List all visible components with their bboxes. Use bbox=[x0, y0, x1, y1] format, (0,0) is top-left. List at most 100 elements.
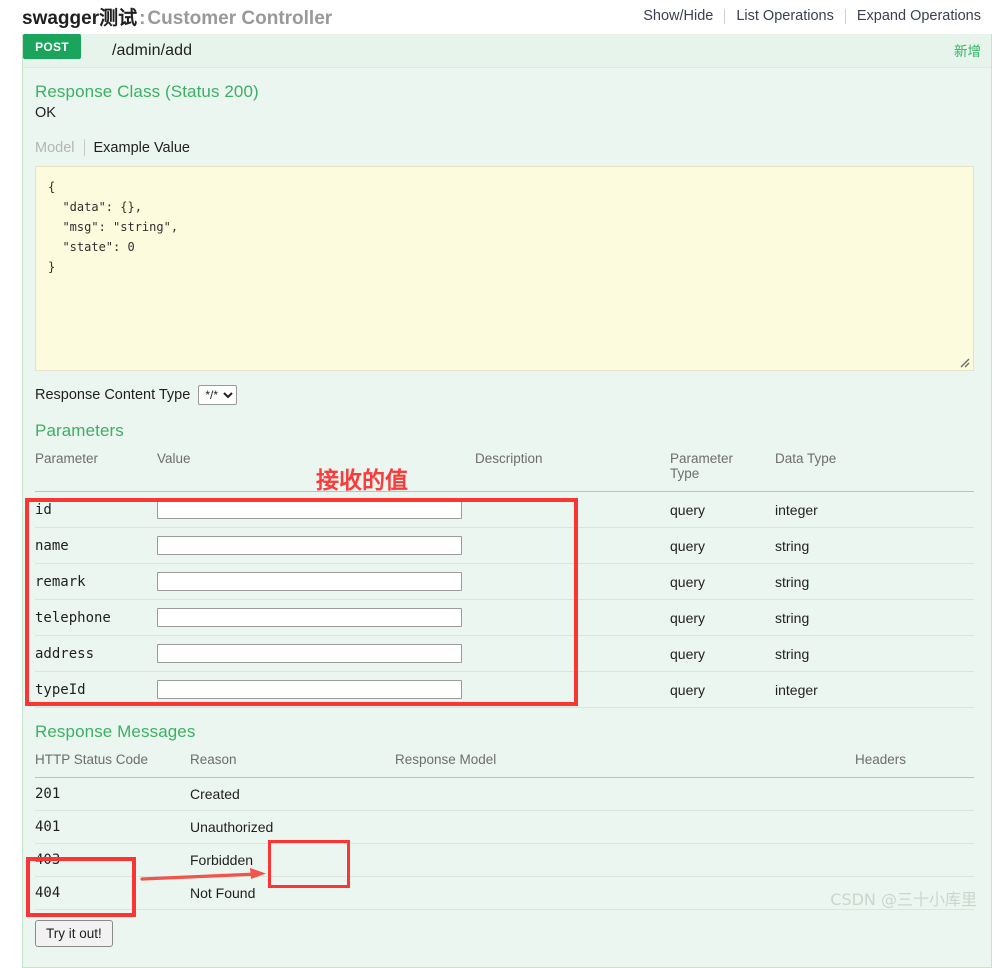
param-type: query bbox=[670, 599, 775, 636]
status-response-model bbox=[395, 876, 855, 910]
ptype-line1: Parameter bbox=[670, 451, 734, 466]
tab-model[interactable]: Model bbox=[35, 140, 84, 156]
parameters-table: Parameter Value Description Parameter Typ… bbox=[35, 445, 974, 708]
param-value-input-id[interactable] bbox=[157, 500, 462, 519]
param-type: query bbox=[670, 635, 775, 672]
response-messages-title: Response Messages bbox=[35, 722, 196, 741]
param-data-type: string bbox=[775, 563, 974, 600]
show-hide-link[interactable]: Show/Hide bbox=[632, 8, 724, 24]
resource-options: Show/Hide List Operations Expand Operati… bbox=[632, 8, 992, 24]
status-code: 401 bbox=[35, 810, 190, 844]
parameters-title: Parameters bbox=[35, 421, 124, 440]
page-title: swagger测试: Customer Controller bbox=[22, 3, 332, 30]
col-header-response-model: Response Model bbox=[395, 746, 855, 778]
operation-panel: POST /admin/add 新增 Response Class (Statu… bbox=[22, 34, 992, 968]
col-header-http-status-code: HTTP Status Code bbox=[35, 746, 190, 778]
example-value-text: { "data": {}, "msg": "string", "state": … bbox=[48, 180, 179, 274]
param-value-input-typeid[interactable] bbox=[157, 680, 462, 699]
status-code: 201 bbox=[35, 777, 190, 811]
param-description bbox=[475, 527, 670, 564]
status-code: 404 bbox=[35, 876, 190, 910]
table-row: 403 Forbidden bbox=[35, 843, 974, 877]
table-row: typeId query integer bbox=[35, 671, 974, 708]
table-row: 401 Unauthorized bbox=[35, 810, 974, 844]
param-description bbox=[475, 599, 670, 636]
col-header-parameter: Parameter bbox=[35, 445, 157, 492]
operation-summary: 新增 bbox=[954, 44, 981, 59]
col-header-parameter-type: Parameter Type bbox=[670, 445, 775, 492]
try-it-out-button[interactable]: Try it out! bbox=[35, 920, 113, 947]
status-headers bbox=[855, 777, 974, 811]
param-value-input-address[interactable] bbox=[157, 644, 462, 663]
param-data-type: string bbox=[775, 527, 974, 564]
param-description bbox=[475, 491, 670, 528]
param-value-cell bbox=[157, 599, 475, 636]
table-row: address query string bbox=[35, 635, 974, 672]
param-description bbox=[475, 635, 670, 672]
operation-body: Response Class (Status 200) OK Model Exa… bbox=[23, 68, 991, 967]
param-data-type: string bbox=[775, 599, 974, 636]
param-value-cell bbox=[157, 491, 475, 528]
status-headers bbox=[855, 810, 974, 844]
annotation-received-value-label: 接收的值 bbox=[316, 468, 408, 494]
response-status-text: OK bbox=[35, 105, 56, 121]
response-content-type-row: Response Content Type */* bbox=[35, 385, 979, 405]
param-value-cell bbox=[157, 635, 475, 672]
response-content-type-label: Response Content Type bbox=[35, 387, 191, 403]
parameters-table-body: id query integer name query string remar… bbox=[35, 491, 974, 708]
param-value-input-remark[interactable] bbox=[157, 572, 462, 591]
operation-path: /admin/add bbox=[112, 41, 193, 59]
col-header-data-type: Data Type bbox=[775, 445, 974, 492]
param-value-input-telephone[interactable] bbox=[157, 608, 462, 627]
controller-name: Customer Controller bbox=[147, 7, 333, 29]
param-name: telephone bbox=[35, 599, 157, 636]
param-name: address bbox=[35, 635, 157, 672]
param-name: id bbox=[35, 491, 157, 528]
param-data-type: string bbox=[775, 635, 974, 672]
param-data-type: integer bbox=[775, 671, 974, 708]
param-type: query bbox=[670, 671, 775, 708]
col-header-description: Description bbox=[475, 445, 670, 492]
param-name: typeId bbox=[35, 671, 157, 708]
param-description bbox=[475, 671, 670, 708]
model-example-tabs: Model Example Value bbox=[35, 139, 979, 156]
param-description bbox=[475, 563, 670, 600]
status-reason: Forbidden bbox=[190, 843, 395, 877]
param-value-cell bbox=[157, 563, 475, 600]
col-header-reason: Reason bbox=[190, 746, 395, 778]
col-header-headers: Headers bbox=[855, 746, 974, 778]
table-row: 201 Created bbox=[35, 777, 974, 811]
operation-header[interactable]: POST /admin/add 新增 bbox=[23, 34, 991, 68]
status-headers bbox=[855, 843, 974, 877]
param-name: remark bbox=[35, 563, 157, 600]
resize-grip-icon[interactable] bbox=[958, 356, 970, 368]
status-reason: Unauthorized bbox=[190, 810, 395, 844]
status-response-model bbox=[395, 777, 855, 811]
param-type: query bbox=[670, 563, 775, 600]
status-code: 403 bbox=[35, 843, 190, 877]
table-header-row: HTTP Status Code Reason Response Model H… bbox=[35, 746, 974, 778]
table-row: name query string bbox=[35, 527, 974, 564]
list-operations-link[interactable]: List Operations bbox=[725, 8, 845, 24]
response-content-type-select[interactable]: */* bbox=[198, 385, 238, 405]
ptype-line2: Type bbox=[670, 466, 700, 481]
table-row: remark query string bbox=[35, 563, 974, 600]
param-value-cell bbox=[157, 671, 475, 708]
example-value-code-block: { "data": {}, "msg": "string", "state": … bbox=[35, 166, 974, 371]
resource-header: swagger测试: Customer Controller Show/Hide … bbox=[22, 0, 992, 32]
app-name: swagger测试 bbox=[22, 7, 138, 29]
parameters-table-head: Parameter Value Description Parameter Typ… bbox=[35, 445, 974, 492]
http-method-badge: POST bbox=[23, 34, 81, 59]
expand-operations-link[interactable]: Expand Operations bbox=[846, 8, 992, 24]
tab-example-value[interactable]: Example Value bbox=[85, 140, 190, 156]
param-type: query bbox=[670, 491, 775, 528]
status-reason: Created bbox=[190, 777, 395, 811]
param-value-cell bbox=[157, 527, 475, 564]
response-messages-table-head: HTTP Status Code Reason Response Model H… bbox=[35, 746, 974, 778]
response-class-title: Response Class (Status 200) bbox=[35, 82, 259, 101]
title-separator: : bbox=[139, 7, 146, 29]
param-value-input-name[interactable] bbox=[157, 536, 462, 555]
param-name: name bbox=[35, 527, 157, 564]
status-reason: Not Found bbox=[190, 876, 395, 910]
param-data-type: integer bbox=[775, 491, 974, 528]
